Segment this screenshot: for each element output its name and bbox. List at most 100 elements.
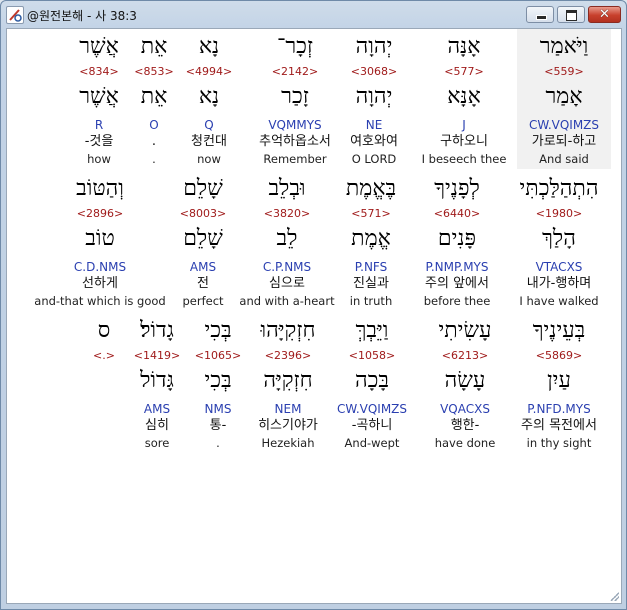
morphology-code: VQMMYS	[268, 118, 322, 132]
word-cell[interactable]: וְהַטּוֹב <2896> טוֹב C.D.NMS 선하게 and-th…	[31, 171, 169, 309]
korean-gloss: .	[151, 134, 157, 149]
morphology-code: P.NFD.MYS	[527, 402, 591, 416]
word-cell[interactable]: בְּכִי <1065> בְּכִי NMS 통- .	[191, 313, 245, 451]
english-gloss: before thee	[423, 294, 491, 308]
word-cell[interactable]: וַיֵּבְךְּ <1058> בָּכָה CW.VQIMZS -곡하니 …	[327, 313, 417, 451]
word-cell[interactable]: נָא <4994> נָא Q 청컨대 now	[177, 29, 241, 167]
english-gloss: in thy sight	[526, 436, 592, 450]
hebrew-word: גָדוֹל׃	[140, 318, 174, 343]
word-cell[interactable]: לְפָנֶיךָ <6440> פָּנִים P.NMP.MYS 주의 앞에…	[407, 171, 507, 309]
strong-number: <8003>	[179, 207, 227, 220]
korean-gloss: 심으로	[269, 276, 305, 291]
english-gloss: now	[197, 152, 221, 166]
lemma: לֵב	[276, 226, 298, 251]
korean-gloss: 선하게	[82, 276, 118, 291]
interlinear-panel[interactable]: וַיֹּאמַר <559> אָמַר CW.VQIMZS 가로되-하고 A…	[6, 28, 622, 604]
word-cell[interactable]: בֶּאֱמֶת <571> אֱמֶת P.NFS 진실과 in truth	[331, 171, 411, 309]
morphology-code: AMS	[143, 402, 171, 416]
title-bar[interactable]: @원전본해 - 사 38:3 ✕	[1, 1, 626, 29]
word-cell[interactable]: אֵת <853> אֵת O . .	[129, 29, 179, 167]
morphology-code: NMS	[204, 402, 232, 416]
korean-gloss: 내가-행하며	[526, 276, 592, 291]
strong-number: <.>	[93, 349, 115, 362]
strong-number: <853>	[134, 65, 174, 78]
hebrew-word: נָא	[198, 34, 220, 59]
hebrew-word: בְּכִי	[204, 318, 232, 343]
word-cell[interactable]: גָדוֹל׃ <1419> גָּדוֹל AMS 심히 sore	[127, 313, 187, 451]
lemma	[79, 363, 129, 399]
morphology-code: Q	[204, 118, 214, 132]
morphology-code: CW.VQIMZS	[528, 118, 600, 132]
app-icon[interactable]	[6, 6, 24, 24]
hebrew-word: וּבְלֵב	[268, 176, 306, 201]
morphology-code: CW.VQIMZS	[336, 402, 408, 416]
english-gloss: in truth	[349, 294, 393, 308]
lemma: עַיִן	[547, 368, 571, 393]
strong-number: <6213>	[441, 349, 489, 362]
resize-grip[interactable]	[609, 591, 619, 601]
lemma: אָמַר	[545, 84, 583, 109]
close-button[interactable]: ✕	[588, 6, 621, 23]
strong-number: <2396>	[264, 349, 312, 362]
lemma: אֲשֶׁר	[79, 84, 119, 109]
lemma: טוֹב	[85, 226, 115, 251]
hebrew-word: וְהַטּוֹב	[76, 176, 124, 201]
word-cell[interactable]: ס <.>	[79, 313, 129, 451]
korean-gloss: 주의 앞에서	[425, 276, 489, 291]
word-cell[interactable]: אָנָּה <577> אָנָּא J 구하오니 I beseech the…	[417, 29, 511, 167]
hebrew-word: אֲשֶׁר	[79, 34, 119, 59]
korean-gloss: 주의 목전에서	[521, 418, 597, 433]
hebrew-word: זְכָר־	[276, 34, 314, 59]
english-gloss: have done	[434, 436, 496, 450]
maximize-button[interactable]	[557, 6, 585, 23]
korean-gloss: 행한-	[450, 418, 480, 433]
korean-gloss: 심히	[145, 418, 169, 433]
lemma: הָלַךְ	[542, 226, 576, 251]
english-gloss: perfect	[182, 294, 224, 308]
word-cell[interactable]: וַיֹּאמַר <559> אָמַר CW.VQIMZS 가로되-하고 A…	[517, 29, 611, 169]
word-cell[interactable]: וּבְלֵב <3820> לֵב C.P.NMS 심으로 and with …	[235, 171, 339, 309]
english-gloss: I have walked	[519, 294, 599, 308]
strong-number: <571>	[351, 207, 391, 220]
strong-number: <1980>	[535, 207, 583, 220]
lemma: אֵת	[140, 84, 168, 109]
korean-gloss: 가로되-하고	[531, 134, 597, 149]
hebrew-word: וַיֵּבְךְּ	[355, 318, 389, 343]
lemma: עָשָׂה	[444, 368, 486, 393]
minimize-button[interactable]	[526, 6, 554, 23]
window-title: @원전본해 - 사 38:3	[27, 9, 137, 23]
hebrew-word: אֵת	[140, 34, 168, 59]
word-cell[interactable]: בְּעֵינֶיךָ <5869> עַיִן P.NFD.MYS 주의 목전…	[507, 313, 611, 451]
korean-gloss: 히스기야가	[258, 418, 318, 433]
morphology-code: NEM	[274, 402, 302, 416]
strong-number: <559>	[544, 65, 584, 78]
word-cell[interactable]: זְכָר־ <2142> זָכַר VQMMYS 추억하옵소서 Rememb…	[245, 29, 345, 167]
word-cell[interactable]: אֲשֶׁר <834> אֲשֶׁר R -것을 how	[69, 29, 129, 167]
lemma: אֱמֶת	[351, 226, 391, 251]
word-cell[interactable]: שָׁלֵם <8003> שָׁלֵם AMS 전 perfect	[171, 171, 235, 309]
lemma: גָּדוֹל	[140, 368, 174, 393]
korean-gloss: 통-	[209, 418, 227, 433]
minimize-icon	[536, 15, 547, 20]
hebrew-word: עָשִׂיתִי	[438, 318, 492, 343]
word-cell[interactable]: הִתְהַלַּכְתִּי <1980> הָלַךְ VTACXS 내가-…	[507, 171, 611, 309]
strong-number: <1058>	[348, 349, 396, 362]
word-cell[interactable]: עָשִׂיתִי <6213> עָשָׂה VQACXS 행한- have …	[423, 313, 507, 451]
strong-number: <3820>	[263, 207, 311, 220]
english-gloss: I beseech thee	[421, 152, 507, 166]
lemma: נָא	[198, 84, 220, 109]
word-cell[interactable]: חִזְקִיָּהוּ <2396> חִזְקִיָּה NEM 히스기야가…	[243, 313, 333, 451]
morphology-code: O	[149, 118, 159, 132]
hebrew-word: בֶּאֱמֶת	[345, 176, 397, 201]
close-icon: ✕	[599, 7, 610, 22]
lemma: שָׁלֵם	[183, 226, 223, 251]
morphology-code: J	[462, 118, 466, 132]
lemma: חִזְקִיָּה	[263, 368, 313, 393]
english-gloss: sore	[144, 436, 170, 450]
hebrew-word: חִזְקִיָּהוּ	[260, 318, 316, 343]
strong-number: <2142>	[271, 65, 319, 78]
english-gloss: Remember	[263, 152, 327, 166]
maximize-icon	[566, 10, 577, 21]
lemma: פָּנִים	[437, 226, 477, 251]
app-window: @원전본해 - 사 38:3 ✕ וַיֹּאמַר <559> אָמַר C…	[0, 0, 627, 610]
